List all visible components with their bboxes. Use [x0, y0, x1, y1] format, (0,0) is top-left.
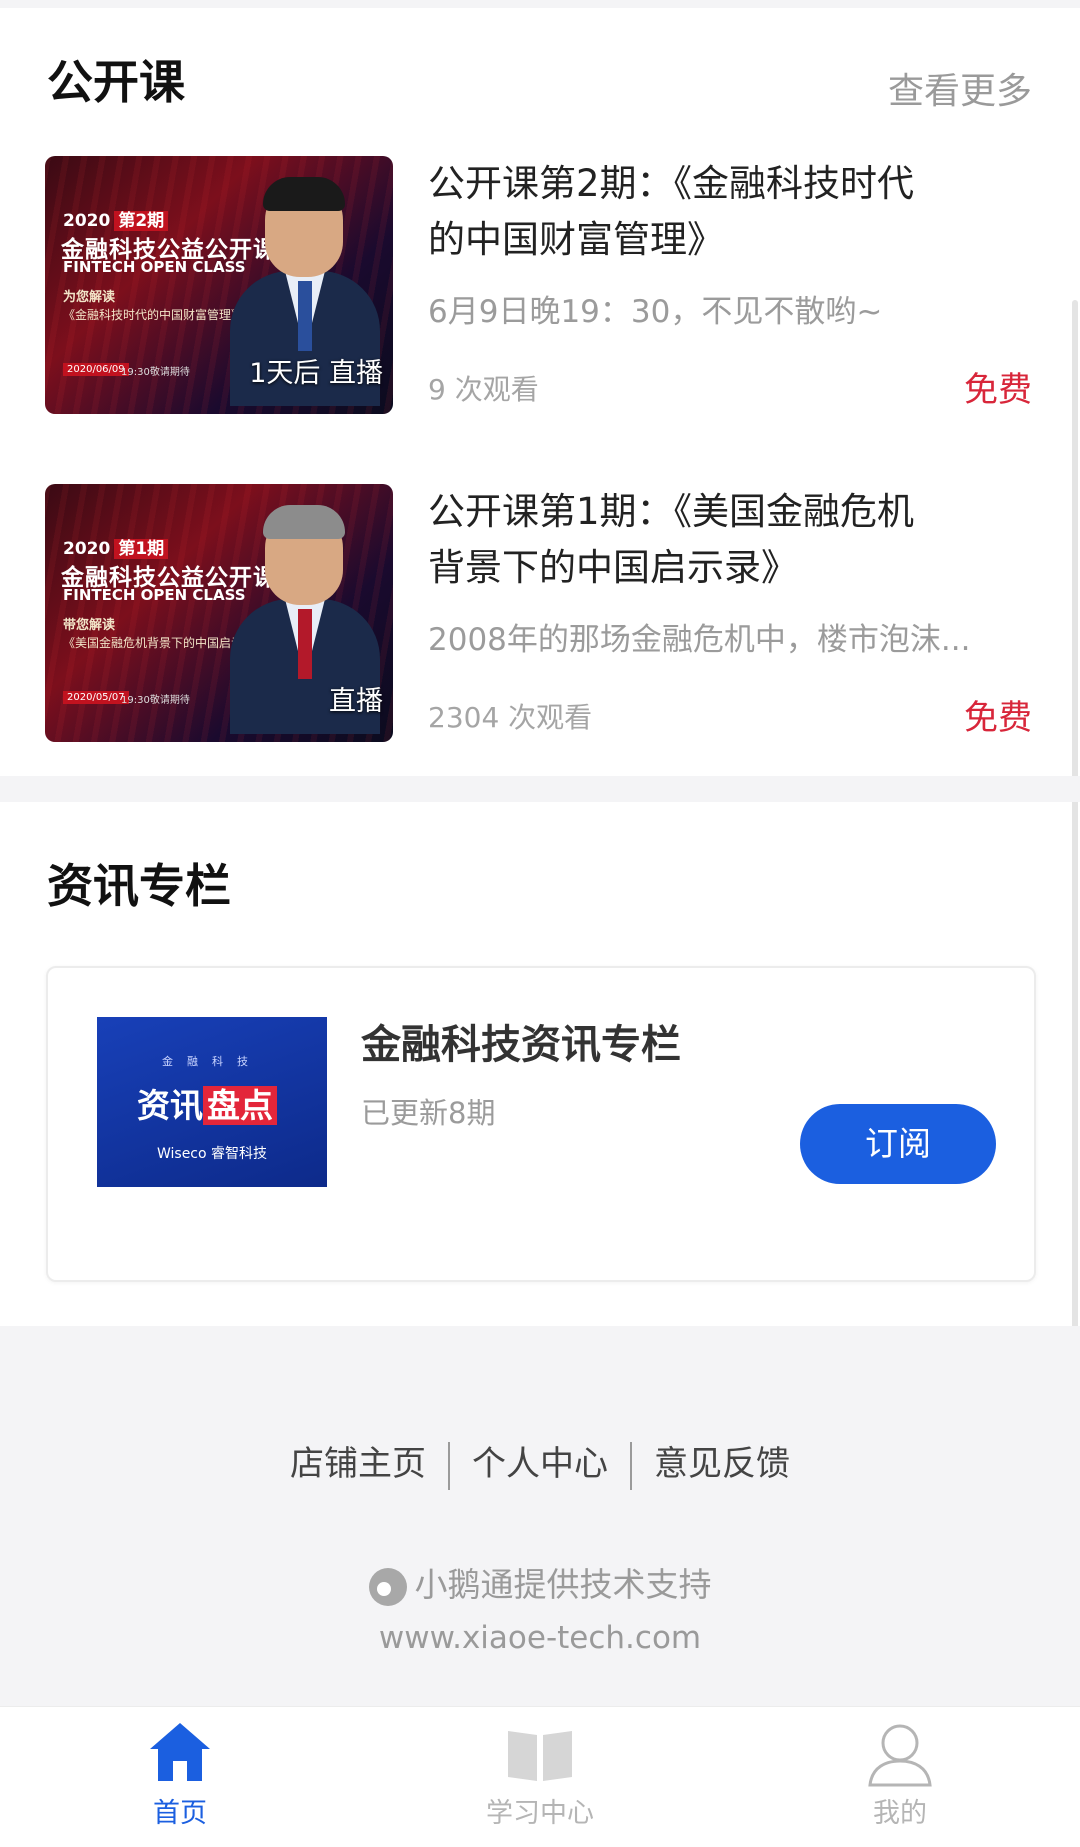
tech-support-text: 小鹅通提供技术支持 [414, 1565, 712, 1604]
course-title[interactable]: 公开课第1期：《美国金融危机背景下的中国启示录》 [428, 484, 948, 596]
column-update-count: 已更新8期 [361, 1096, 496, 1130]
thumb-intro: 带您解读 [63, 618, 116, 633]
thumb-time: 19:30敬请期待 [121, 695, 190, 706]
tab-mine[interactable]: 我的 [750, 1707, 1050, 1847]
footer-link-feedback[interactable]: 意见反馈 [632, 1436, 812, 1485]
column-thumbnail[interactable]: 金融科技 资讯 盘点 Wiseco 睿智科技 [97, 1017, 327, 1187]
live-label: 直播 [329, 686, 383, 717]
course-item[interactable]: 2020 第1期 金融科技公益公开课 FINTECH OPEN CLASS 带您解… [45, 484, 1035, 742]
thumb-date: 2020/06/09 [63, 363, 129, 376]
tech-support: 小鹅通提供技术支持 [0, 1558, 1080, 1606]
thumb-brand-en: FINTECH OPEN CLASS [63, 586, 246, 604]
footer: 店铺主页 个人中心 意见反馈 小鹅通提供技术支持 www.xiaoe-tech.co… [0, 1326, 1080, 1706]
bottom-tab-bar: 首页 学习中心 我的 [0, 1706, 1080, 1847]
footer-link-shop-home[interactable]: 店铺主页 [268, 1436, 448, 1485]
thumb-intro: 为您解读 [63, 290, 116, 305]
course-thumbnail[interactable]: 2020 第2期 金融科技公益公开课 FINTECH OPEN CLASS 为您解… [45, 156, 393, 414]
section-title-news-column: 资讯专栏 [47, 859, 231, 913]
thumb-brand-en: FINTECH OPEN CLASS [63, 258, 246, 276]
thumb-time: 19:30敬请期待 [121, 367, 190, 378]
thumb-year: 2020 第1期 [63, 534, 169, 559]
home-icon [150, 1723, 210, 1781]
view-more-link[interactable]: 查看更多 [888, 62, 1032, 114]
course-view-count: 2304 次观看 [428, 701, 593, 734]
top-strip [0, 0, 1080, 8]
course-view-count: 9 次观看 [428, 373, 539, 406]
column-title[interactable]: 金融科技资讯专栏 [361, 1012, 681, 1070]
xiaoe-logo-icon [368, 1567, 407, 1606]
course-description: 6月9日晚19：30，不见不散哟~ [428, 294, 883, 330]
footer-links: 店铺主页 个人中心 意见反馈 [0, 1436, 1080, 1490]
footer-url[interactable]: www.xiaoe-tech.com [0, 1620, 1080, 1656]
course-thumbnail[interactable]: 2020 第1期 金融科技公益公开课 FINTECH OPEN CLASS 带您解… [45, 484, 393, 742]
course-price: 免费 [964, 698, 1032, 738]
course-description: 2008年的那场金融危机中，楼市泡沫... [428, 622, 971, 658]
course-item[interactable]: 2020 第2期 金融科技公益公开课 FINTECH OPEN CLASS 为您解… [45, 156, 1035, 414]
thumb-year: 2020 第2期 [63, 206, 169, 231]
live-countdown-label: 1天后 直播 [249, 358, 383, 389]
column-thumb-title: 资讯 盘点 [137, 1079, 277, 1127]
section-title-open-class: 公开课 [47, 55, 185, 109]
wiseco-logo: Wiseco 睿智科技 [156, 1146, 268, 1162]
thumb-date: 2020/05/07 [63, 691, 129, 704]
course-title[interactable]: 公开课第2期：《金融科技时代的中国财富管理》 [428, 156, 948, 268]
thumb-issue-badge: 第2期 [114, 211, 169, 231]
section-divider [0, 776, 1080, 802]
tab-home-label: 首页 [153, 1798, 207, 1829]
news-column-card[interactable]: 金融科技 资讯 盘点 Wiseco 睿智科技 金融科技资讯专栏 已更新8期 订阅 [46, 966, 1036, 1282]
tab-mine-label: 我的 [873, 1798, 927, 1829]
footer-link-personal-center[interactable]: 个人中心 [450, 1436, 630, 1485]
tab-study-center-label: 学习中心 [486, 1798, 594, 1829]
book-icon [508, 1731, 572, 1781]
tab-home[interactable]: 首页 [30, 1707, 330, 1847]
tab-study-center[interactable]: 学习中心 [390, 1707, 690, 1847]
subscribe-button[interactable]: 订阅 [800, 1104, 996, 1184]
course-price: 免费 [964, 370, 1032, 410]
thumb-issue-badge: 第1期 [114, 539, 169, 559]
column-thumb-tags: 金融科技 [162, 1055, 262, 1068]
user-icon [868, 1724, 932, 1787]
